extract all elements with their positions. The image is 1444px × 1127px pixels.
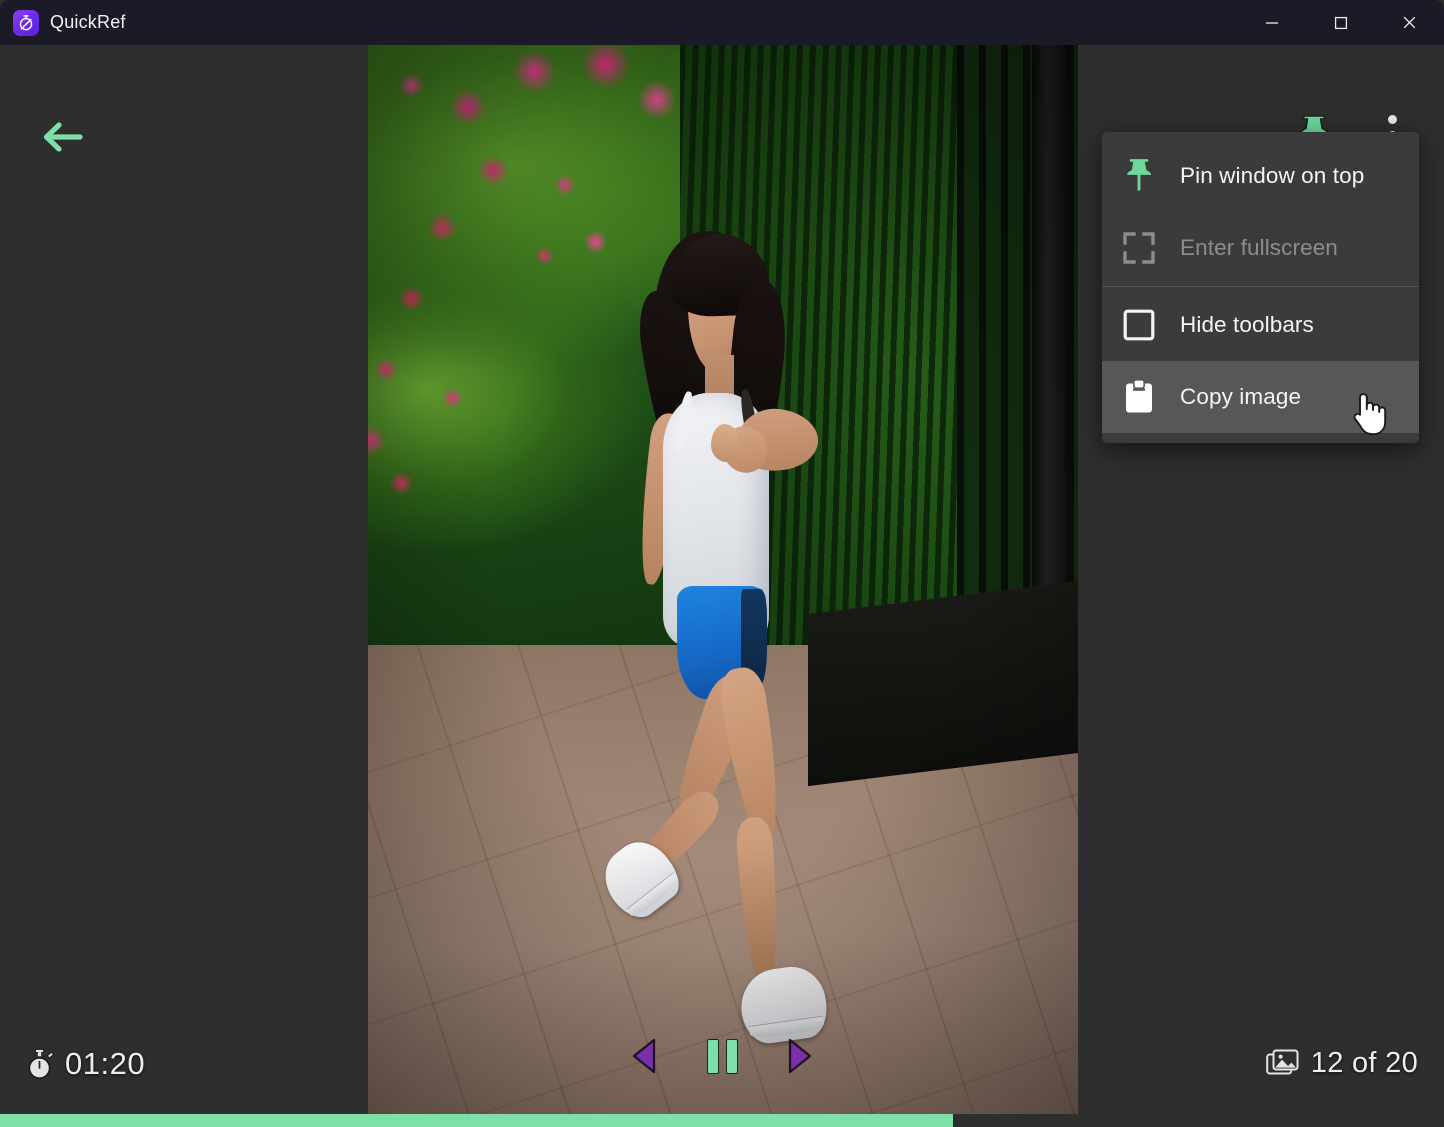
clipboard-icon	[1118, 376, 1160, 418]
session-progress-bar[interactable]	[0, 1114, 1444, 1127]
quickref-window: QuickRef 01:20 12 of 20 Pin window on to…	[0, 0, 1444, 1127]
image-stack-icon	[1265, 1049, 1299, 1074]
close-button[interactable]	[1375, 0, 1444, 45]
photo-vignette	[368, 43, 1078, 1118]
checkbox-unchecked-icon	[1118, 304, 1160, 346]
minimize-button[interactable]	[1237, 0, 1306, 45]
next-arrow-icon	[788, 1038, 812, 1074]
menu-item-copy-image[interactable]: Copy image	[1102, 361, 1419, 433]
app-title: QuickRef	[50, 12, 126, 32]
back-button[interactable]	[38, 113, 86, 161]
photo-canvas	[368, 43, 1078, 1118]
menu-item-label: Copy image	[1180, 384, 1302, 409]
previous-arrow-icon	[632, 1038, 656, 1074]
pause-icon	[706, 1038, 738, 1074]
menu-item-label: Enter fullscreen	[1180, 235, 1338, 260]
playback-controls	[0, 1033, 1444, 1079]
menu-item-pin-window-on-top[interactable]: Pin window on top	[1102, 140, 1419, 212]
menu-item-label: Hide toolbars	[1180, 312, 1314, 337]
close-icon	[1403, 16, 1416, 29]
title-bar: QuickRef	[0, 0, 1444, 45]
pause-button[interactable]	[700, 1033, 744, 1079]
next-image-button[interactable]	[777, 1033, 821, 1079]
title-bar-left: QuickRef	[0, 9, 126, 36]
options-menu: Pin window on top Enter fullscreen Hide …	[1102, 132, 1419, 443]
session-progress-fill	[0, 1114, 954, 1127]
menu-divider	[1102, 286, 1419, 287]
window-controls	[1237, 0, 1444, 45]
image-counter: 12 of 20	[1265, 1047, 1418, 1080]
minimize-icon	[1265, 21, 1278, 24]
stopwatch-app-icon	[13, 9, 39, 36]
back-arrow-icon	[43, 122, 83, 152]
image-counter-value: 12 of 20	[1310, 1047, 1418, 1079]
maximize-icon	[1334, 16, 1347, 29]
reference-image[interactable]	[368, 43, 1078, 1118]
pin-icon	[1118, 155, 1160, 197]
menu-item-label: Pin window on top	[1180, 163, 1365, 188]
fullscreen-icon	[1118, 227, 1160, 269]
previous-image-button[interactable]	[623, 1033, 667, 1079]
menu-item-hide-toolbars[interactable]: Hide toolbars	[1102, 289, 1419, 361]
menu-item-enter-fullscreen[interactable]: Enter fullscreen	[1102, 212, 1419, 284]
maximize-button[interactable]	[1306, 0, 1375, 45]
